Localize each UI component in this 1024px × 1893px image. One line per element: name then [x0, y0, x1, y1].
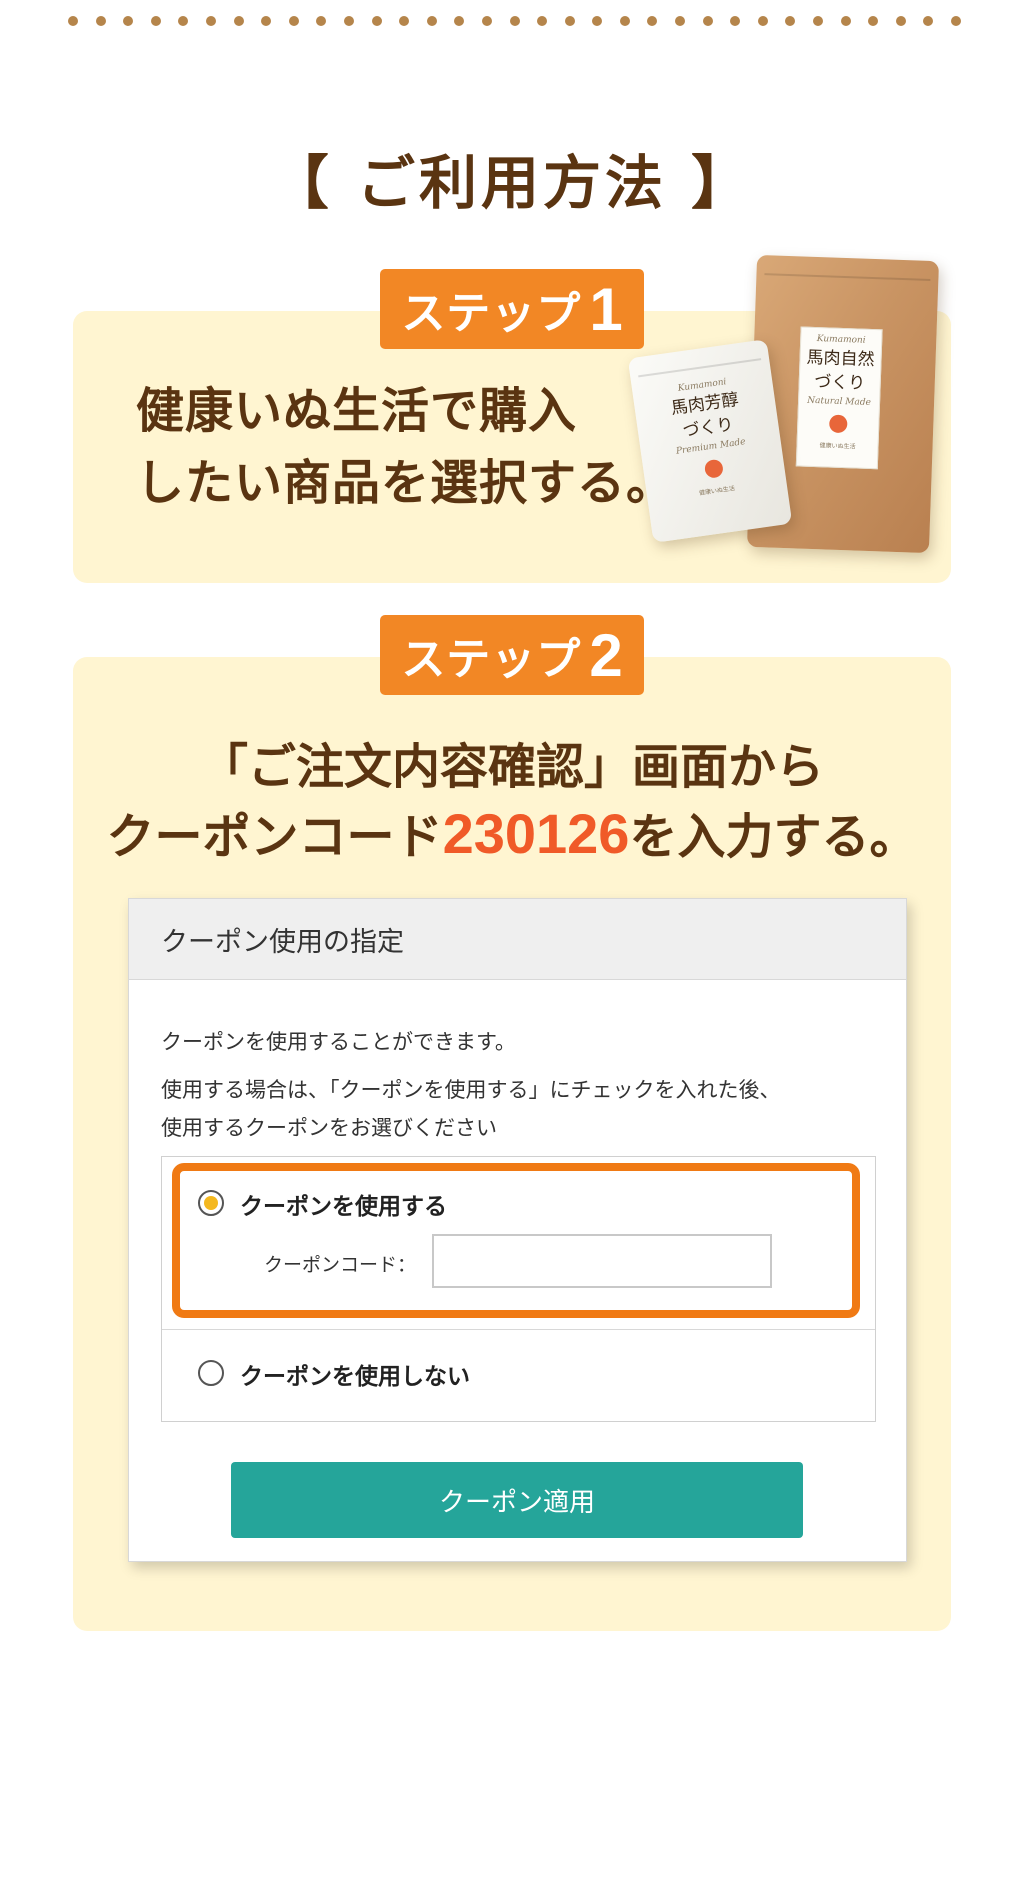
divider-dot	[564, 16, 575, 26]
step1-badge-word: ステップ	[401, 288, 582, 339]
no-coupon-radio[interactable]	[198, 1360, 224, 1386]
product-logo-icon	[703, 458, 725, 479]
divider-dot	[757, 16, 768, 26]
product-brand: Kumamoni	[816, 334, 866, 346]
divider-dot	[288, 16, 299, 26]
divider-dot	[123, 16, 134, 26]
product-maker: 健康いぬ生活	[819, 442, 856, 451]
step2-line2-pre: クーポンコード	[106, 809, 443, 865]
product-image-premium: Kumamoni 馬肉芳醇 づくり Premium Made 健康いぬ生活	[627, 339, 793, 543]
product-maker: 健康いぬ生活	[698, 485, 736, 497]
divider-dot	[785, 16, 796, 26]
no-coupon-label[interactable]: クーポンを使用しない	[240, 1357, 470, 1391]
divider-dot	[481, 16, 492, 26]
divider-dot	[702, 16, 713, 26]
coupon-options: クーポンを使用する クーポンコード： クーポンを使用しない	[161, 1156, 876, 1422]
divider-dot	[895, 16, 906, 26]
coupon-panel-title: クーポン使用の指定	[129, 899, 906, 980]
divider-dot	[951, 16, 961, 26]
coupon-panel: クーポン使用の指定 クーポンを使用することができます。 使用する場合は、「クーポ…	[128, 898, 907, 1562]
coupon-instructions-line1: 使用する場合は、「クーポンを使用する」にチェックを入れた後、	[161, 1078, 781, 1102]
step2-line2: クーポンコード230126を入力する。	[0, 797, 1024, 867]
divider-dot	[233, 16, 244, 26]
divider-dot	[730, 16, 741, 26]
product-logo-icon	[828, 414, 848, 434]
coupon-description: クーポンを使用することができます。	[161, 1030, 516, 1054]
step1-line1: 健康いぬ生活で購入	[136, 383, 578, 439]
step1-badge-number: 1	[589, 275, 623, 343]
divider-dot	[592, 16, 603, 26]
coupon-instructions: 使用する場合は、「クーポンを使用する」にチェックを入れた後、 使用するクーポンを…	[161, 1071, 781, 1147]
divider-dot	[840, 16, 851, 26]
divider-dot	[509, 16, 520, 26]
step2-line2-post: を入力する。	[629, 809, 918, 865]
divider-dot	[205, 16, 216, 26]
divider-dot	[150, 16, 161, 26]
step1-badge: ステップ 1	[380, 269, 644, 349]
divider-dot	[178, 16, 189, 26]
divider-dot	[399, 16, 410, 26]
coupon-code-highlight: 230126	[442, 802, 630, 865]
divider-dot	[619, 16, 630, 26]
step2-badge-number: 2	[589, 621, 623, 689]
divider-dot	[675, 16, 686, 26]
divider-dot	[371, 16, 382, 26]
divider-dot	[95, 16, 106, 26]
divider-dot	[868, 16, 879, 26]
product-name-line1: 馬肉自然	[806, 347, 875, 371]
divider-dot	[68, 16, 78, 26]
step2-badge-word: ステップ	[401, 634, 582, 685]
product-subtitle: Natural Made	[807, 395, 872, 408]
coupon-instructions-line2: 使用するクーポンをお選びください	[161, 1116, 497, 1140]
divider-dot	[537, 16, 548, 26]
option-divider	[162, 1329, 875, 1330]
divider-dot	[343, 16, 354, 26]
product-name-line2: づくり	[813, 371, 866, 394]
divider-dot	[261, 16, 272, 26]
product-label: Kumamoni 馬肉自然 づくり Natural Made 健康いぬ生活	[795, 326, 883, 470]
divider-dot	[923, 16, 934, 26]
section-title: 【 ご利用方法 】	[270, 149, 754, 217]
divider-dot	[316, 16, 327, 26]
step1-instruction: 健康いぬ生活で購入 したい商品を選択する。	[136, 375, 675, 519]
dotted-divider	[68, 16, 961, 26]
divider-dot	[647, 16, 658, 26]
divider-dot	[454, 16, 465, 26]
step2-badge: ステップ 2	[380, 615, 644, 695]
highlight-frame	[172, 1163, 860, 1318]
divider-dot	[426, 16, 437, 26]
step2-line1: 「ご注文内容確認」画面から	[199, 739, 824, 795]
product-label: Kumamoni 馬肉芳醇 づくり Premium Made 健康いぬ生活	[651, 368, 770, 526]
step1-line2: したい商品を選択する。	[136, 455, 676, 511]
apply-coupon-button[interactable]: クーポン適用	[231, 1462, 803, 1538]
pack-zip	[764, 273, 931, 281]
divider-dot	[813, 16, 824, 26]
